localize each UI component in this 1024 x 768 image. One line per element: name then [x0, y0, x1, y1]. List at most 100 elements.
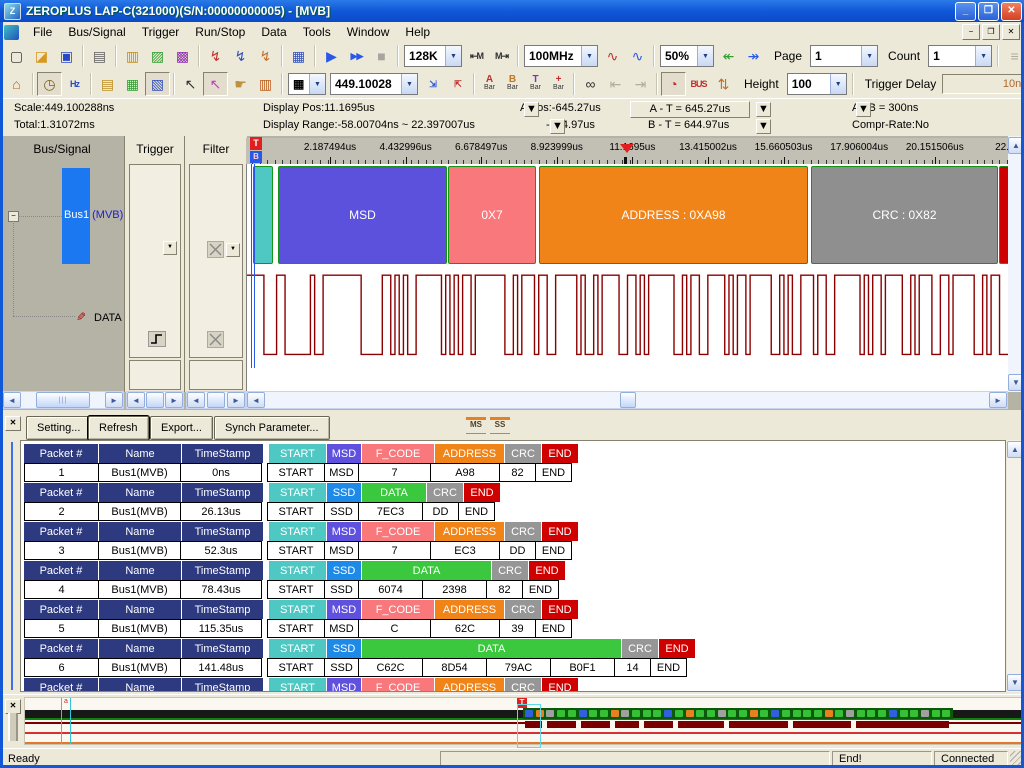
count-select-arrow[interactable]: ▼	[975, 46, 991, 66]
run-icon[interactable]: ▶	[319, 44, 344, 68]
save-icon[interactable]: ▣	[54, 44, 79, 68]
mdi-restore-button[interactable]: ❐	[982, 24, 1000, 40]
memory-depth-select[interactable]: 128K▼	[404, 45, 462, 67]
decode-segment[interactable]: ADDRESS : 0XA98	[539, 166, 808, 264]
filter-x-icon2[interactable]	[207, 331, 224, 348]
packet-row[interactable]: Packet #NameTimeStampSTARTMSDF_CODEADDRE…	[24, 600, 696, 638]
ss-display-icon[interactable]: SS	[490, 417, 510, 434]
zoom-fit-icon[interactable]: ⇲	[420, 72, 445, 96]
goto-trigger-icon[interactable]: ⇱	[445, 72, 470, 96]
scroll-left-button[interactable]: ◄	[187, 392, 205, 408]
filter-x-icon[interactable]	[207, 241, 224, 258]
wave-mode-select-arrow[interactable]: ▼	[309, 74, 325, 94]
trigger-edge-icon[interactable]	[148, 331, 166, 347]
display-pos-marker[interactable]	[620, 144, 634, 153]
clock-icon[interactable]: ◷	[37, 72, 62, 96]
t-bar-icon[interactable]: TBar	[524, 73, 547, 95]
scroll-thumb[interactable]	[207, 392, 225, 408]
trigger-mark-t-icon[interactable]: ↯	[228, 44, 253, 68]
scroll-right-button[interactable]: ►	[165, 392, 183, 408]
open-file-icon[interactable]: ◪	[29, 44, 54, 68]
scroll-right-button[interactable]: ►	[105, 392, 123, 408]
setting-button[interactable]: Setting...	[26, 416, 91, 440]
statistics-icon[interactable]: ▥	[253, 72, 278, 96]
print-icon[interactable]: ▤	[87, 44, 112, 68]
close-button[interactable]: ✕	[1001, 2, 1022, 21]
menu-bus-signal[interactable]: Bus/Signal	[60, 23, 133, 41]
trigger-dropdown[interactable]: ▼	[163, 241, 177, 255]
menu-run-stop[interactable]: Run/Stop	[187, 23, 253, 41]
analyzer-window-icon[interactable]: ▦	[286, 44, 311, 68]
scale-input[interactable]: 449.10028▼	[330, 73, 418, 95]
menu-trigger[interactable]: Trigger	[134, 23, 188, 41]
scroll-left-button[interactable]: ◄	[127, 392, 145, 408]
export-button[interactable]: Export...	[150, 416, 213, 440]
scroll-right-button[interactable]: ►	[227, 392, 245, 408]
scale-input-arrow[interactable]: ▼	[401, 74, 417, 94]
height-select[interactable]: 100▼	[787, 73, 847, 95]
nav-a-bar-marker[interactable]: a	[61, 698, 71, 744]
navigator-window-icon[interactable]: ▧	[145, 72, 170, 96]
a-bar-icon[interactable]: ABar	[478, 73, 501, 95]
packet-row[interactable]: Packet #NameTimeStampSTARTSSDDATACRCEND6…	[24, 639, 696, 677]
bus1-label[interactable]: Bus1 (MVB)	[64, 209, 123, 221]
zoom-next-icon[interactable]: ↠	[741, 44, 766, 68]
ext-clock-icon[interactable]: ∿	[600, 44, 625, 68]
maximize-button[interactable]: ❐	[978, 2, 999, 21]
b-pos-dropdown[interactable]: ▼	[550, 119, 565, 134]
mdi-close-button[interactable]: ✕	[1002, 24, 1020, 40]
scroll-thumb[interactable]	[146, 392, 164, 408]
decode-segment[interactable]: 0X7	[448, 166, 536, 264]
filter-column-scrollbar[interactable]: ◄ ►	[186, 391, 246, 409]
menu-file[interactable]: File	[25, 23, 60, 41]
sample-rate-select-arrow[interactable]: ▼	[581, 46, 597, 66]
decode-segment-sliver[interactable]	[253, 166, 273, 264]
trigger-mark-b-icon[interactable]: ↯	[203, 44, 228, 68]
mdi-minimize-button[interactable]: −	[962, 24, 980, 40]
home-icon[interactable]: ⌂	[4, 72, 29, 96]
stop-icon[interactable]: ■	[369, 44, 394, 68]
sample-rate-select[interactable]: 100MHz▼	[524, 45, 598, 67]
decode-segment[interactable]: MSD	[278, 166, 447, 264]
bus-data-icon[interactable]: BUS	[686, 72, 711, 96]
waveform-horizontal-scrollbar[interactable]: ◄ ►	[246, 391, 1008, 409]
zoom-prev-icon[interactable]: ↞	[716, 44, 741, 68]
b-bar-marker[interactable]: B	[250, 151, 262, 163]
trigger-mark-i-icon[interactable]: ↯	[253, 44, 278, 68]
page-select-arrow[interactable]: ▼	[861, 46, 877, 66]
synch-parameter-button[interactable]: Synch Parameter...	[214, 416, 330, 440]
find-icon[interactable]: ∞	[578, 72, 603, 96]
nav-view-rectangle[interactable]	[517, 704, 541, 748]
menu-tools[interactable]: Tools	[295, 23, 339, 41]
minimize-button[interactable]: _	[955, 2, 976, 21]
listing-window-icon[interactable]: ▦	[120, 72, 145, 96]
page-select[interactable]: 1▼	[810, 45, 878, 67]
new-file-icon[interactable]: ▢	[4, 44, 29, 68]
packet-row[interactable]: Packet #NameTimeStampSTARTMSDF_CODEADDRE…	[24, 444, 696, 482]
menu-data[interactable]: Data	[253, 23, 294, 41]
navigator-strip[interactable]: T a	[24, 697, 1022, 745]
trigger-page-icon[interactable]: ◔	[661, 72, 686, 96]
menu-window[interactable]: Window	[339, 23, 398, 41]
decode-segment[interactable]: CRC : 0X82	[811, 166, 998, 264]
count-select[interactable]: 1▼	[928, 45, 992, 67]
add-bar-icon[interactable]: +Bar	[547, 73, 570, 95]
a-t-readout[interactable]: A - T = 645.27us	[630, 101, 750, 118]
wave-mode-select[interactable]: ▦▼	[288, 73, 326, 95]
waveform-area[interactable]: MSD0X7ADDRESS : 0XA98CRC : 0X82	[246, 164, 1008, 392]
zoom-select[interactable]: 50%▼	[660, 45, 714, 67]
pointer-icon[interactable]: ↖	[178, 72, 203, 96]
packet-row[interactable]: Packet #NameTimeStampSTARTSSDDATACRCEND4…	[24, 561, 696, 599]
trigger-column-scrollbar[interactable]: ◄ ►	[126, 391, 184, 409]
data-signal-label[interactable]: DATA	[94, 312, 122, 324]
b-bar-icon[interactable]: BBar	[501, 73, 524, 95]
scroll-left-button[interactable]: ◄	[3, 392, 21, 408]
repeat-run-icon[interactable]: ▶▶	[344, 44, 369, 68]
panel-close-button[interactable]: ✕	[5, 416, 21, 431]
filter-cell[interactable]: ▼	[189, 164, 243, 358]
refresh-button[interactable]: Refresh	[88, 416, 149, 440]
bus-setup-icon[interactable]: ▩	[170, 44, 195, 68]
transition-icon[interactable]: ⇅	[711, 72, 736, 96]
select-icon[interactable]: ↖	[203, 72, 228, 96]
waveform-window-icon[interactable]: ▤	[95, 72, 120, 96]
